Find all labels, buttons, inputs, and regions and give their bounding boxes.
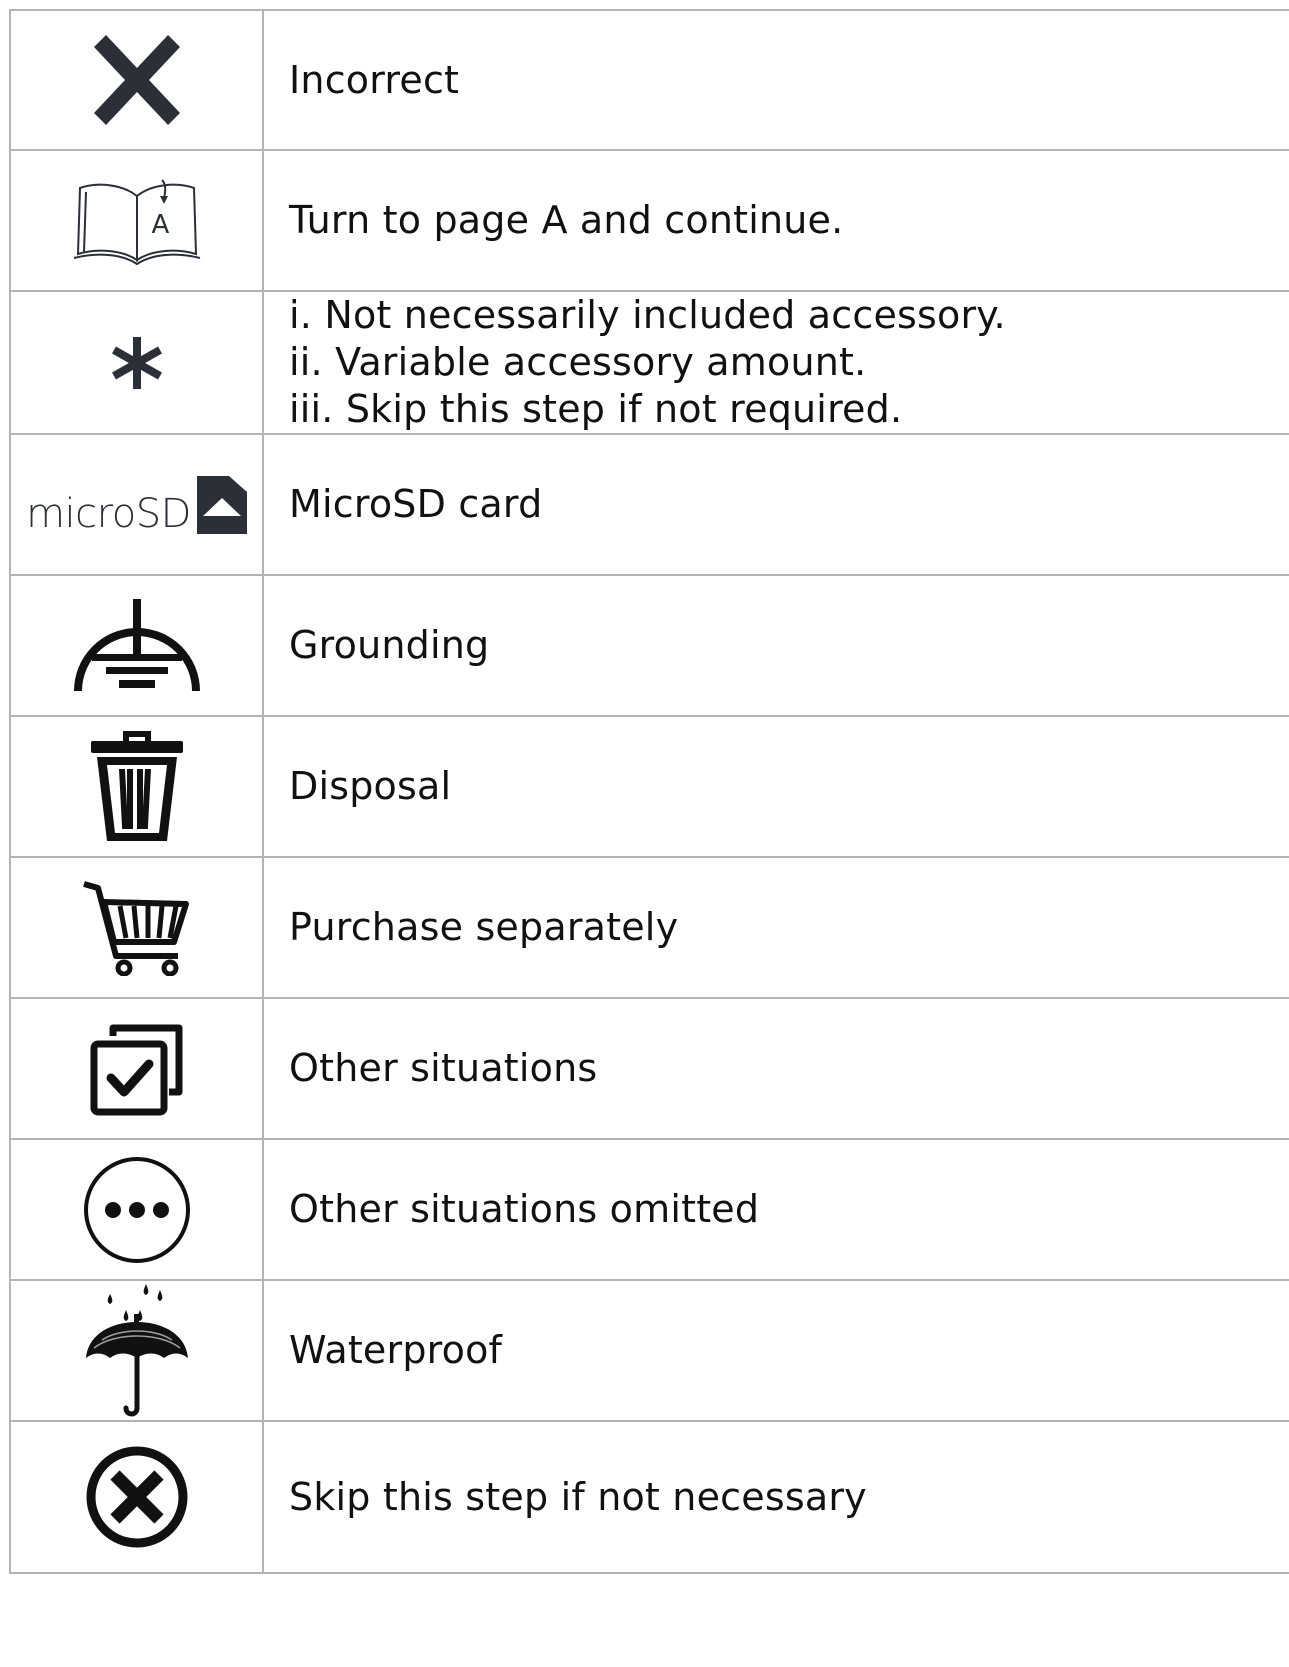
icon-cell: microSD	[9, 433, 264, 576]
icon-cell	[9, 1420, 264, 1574]
row-text: Incorrect	[262, 9, 1289, 151]
microsd-card-icon: microSD	[26, 475, 247, 537]
table-row: Other situations omitted	[9, 1138, 1289, 1281]
table-row: Other situations	[9, 997, 1289, 1140]
icon-cell	[9, 856, 264, 999]
icon-cell	[9, 290, 264, 435]
row-text-multiline: i. Not necessarily included accessory. i…	[262, 290, 1289, 435]
table-row: Skip this step if not necessary	[9, 1420, 1289, 1574]
icon-cell: A	[9, 149, 264, 292]
note-line: i. Not necessarily included accessory.	[289, 293, 1006, 337]
grounding-icon	[72, 598, 202, 693]
microsd-logo-text: microSD	[26, 490, 191, 537]
shopping-cart-icon	[82, 880, 192, 976]
row-text: Other situations omitted	[262, 1138, 1289, 1281]
icon-cell	[9, 574, 264, 717]
table-row: i. Not necessarily included accessory. i…	[9, 290, 1289, 435]
row-text: Purchase separately	[262, 856, 1289, 999]
stacked-checkbox-icon	[89, 1022, 185, 1116]
page-letter: A	[151, 209, 170, 240]
table-row: Disposal	[9, 715, 1289, 858]
row-text: Waterproof	[262, 1279, 1289, 1422]
note-line: iii. Skip this step if not required.	[289, 387, 903, 431]
open-book-page-icon: A	[72, 176, 202, 266]
asterisk-icon	[109, 335, 165, 391]
trash-can-icon	[89, 730, 185, 843]
icon-cell	[9, 1138, 264, 1281]
row-text: Grounding	[262, 574, 1289, 717]
note-line: ii. Variable accessory amount.	[289, 340, 867, 384]
x-mark-icon	[93, 35, 180, 125]
symbol-legend-table: Incorrect A Turn to page A and continue.…	[9, 9, 1289, 1574]
icon-cell	[9, 9, 264, 151]
row-text: MicroSD card	[262, 433, 1289, 576]
ellipsis-circle-icon	[83, 1156, 191, 1264]
table-row: Grounding	[9, 574, 1289, 717]
circle-x-icon	[85, 1445, 189, 1549]
row-text: Other situations	[262, 997, 1289, 1140]
icon-cell	[9, 715, 264, 858]
row-text: Turn to page A and continue.	[262, 149, 1289, 292]
table-row: Waterproof	[9, 1279, 1289, 1422]
table-row: microSD MicroSD card	[9, 433, 1289, 576]
icon-cell	[9, 997, 264, 1140]
icon-cell	[9, 1279, 264, 1422]
umbrella-rain-icon	[84, 1283, 190, 1418]
table-row: A Turn to page A and continue.	[9, 149, 1289, 292]
row-text: Skip this step if not necessary	[262, 1420, 1289, 1574]
table-row: Purchase separately	[9, 856, 1289, 999]
row-text: Disposal	[262, 715, 1289, 858]
table-row: Incorrect	[9, 9, 1289, 151]
